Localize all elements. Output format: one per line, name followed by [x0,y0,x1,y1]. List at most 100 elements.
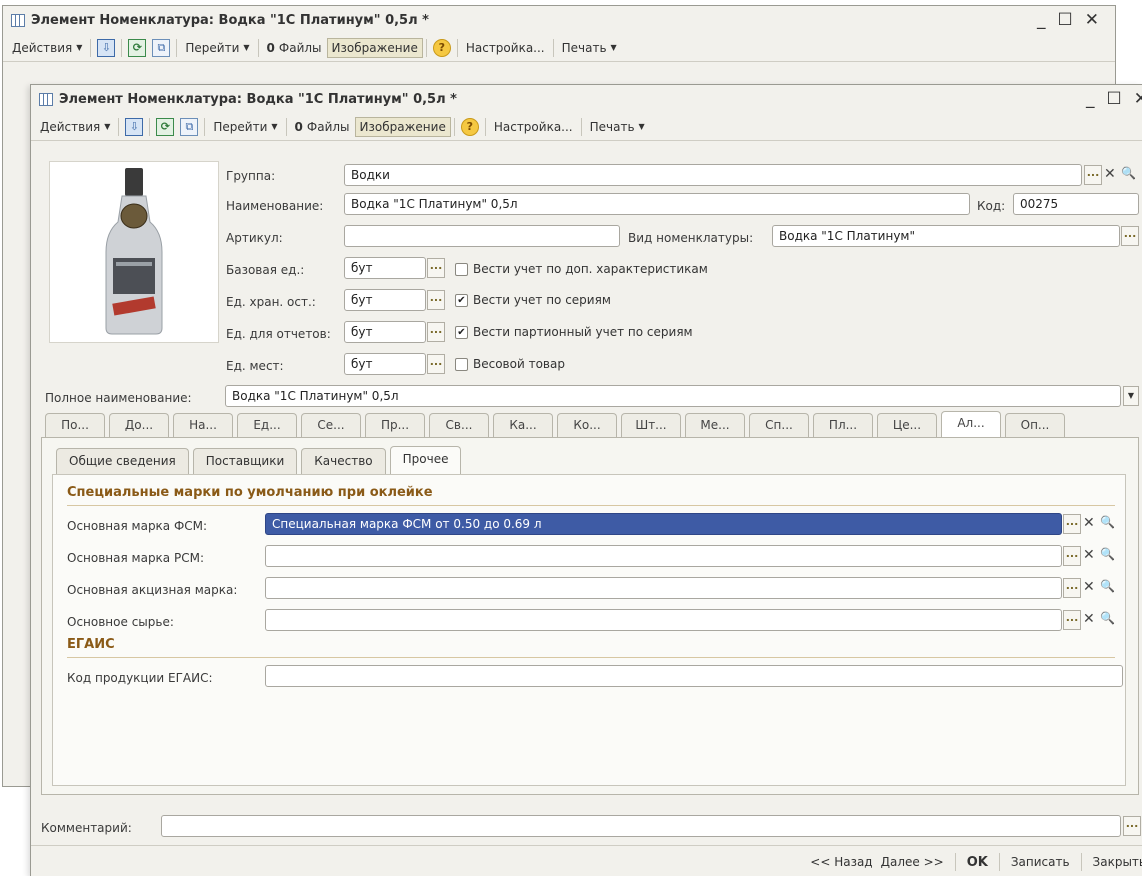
maximize-icon[interactable]: ☐ [1107,89,1122,109]
characteristics-checkbox[interactable]: Вести учет по доп. характеристикам [455,262,708,276]
main-tab[interactable]: Сп... [749,413,809,437]
minimize-icon[interactable]: _ [1086,89,1095,109]
excise-clear-icon[interactable]: ✕ [1083,579,1095,595]
settings-button[interactable]: Настройка... [489,117,578,137]
fsm-field[interactable]: Специальная марка ФСМ от 0.50 до 0.69 л [265,513,1062,535]
raw-field[interactable] [265,609,1062,631]
comment-select-button[interactable]: ... [1123,816,1141,836]
main-tab[interactable]: Се... [301,413,361,437]
kind-select-button[interactable]: ... [1121,226,1139,246]
weight-checkbox[interactable]: Весовой товар [455,357,565,371]
bg-help-icon[interactable]: ? [432,38,451,57]
name-field[interactable]: Водка "1С Платинум" 0,5л [344,193,970,215]
main-tab[interactable]: Ка... [493,413,553,437]
excise-label: Основная акцизная марка: [67,583,238,597]
raw-select-button[interactable]: ... [1063,610,1081,630]
close-button[interactable]: Закрыть [1093,855,1142,869]
report-unit-field[interactable]: бут [344,321,426,343]
group-search-icon[interactable]: 🔍 [1121,166,1136,180]
raw-clear-icon[interactable]: ✕ [1083,611,1095,627]
bg-save-close-icon[interactable]: ⇩ [97,38,116,57]
main-tab[interactable]: Шт... [621,413,681,437]
group-clear-icon[interactable]: ✕ [1104,166,1116,182]
save-button[interactable]: Записать [1011,855,1070,869]
bg-refresh-icon[interactable]: ⟳ [128,38,147,57]
goto-menu[interactable]: Перейти ▼ [208,117,282,137]
close-icon[interactable]: ✕ [1134,89,1142,109]
excise-field[interactable] [265,577,1062,599]
main-tab[interactable]: Ко... [557,413,617,437]
rsm-field[interactable] [265,545,1062,567]
series-checkbox[interactable]: ✔ Вести учет по сериям [455,293,611,307]
bg-goto-menu[interactable]: Перейти ▼ [180,38,254,58]
full-name-field[interactable]: Водка "1С Платинум" 0,5л [225,385,1121,407]
actions-menu[interactable]: Действия ▼ [35,117,115,137]
vodka-bottle-image [105,168,163,335]
rsm-select-button[interactable]: ... [1063,546,1081,566]
raw-search-icon[interactable]: 🔍 [1100,611,1115,625]
rsm-clear-icon[interactable]: ✕ [1083,547,1095,563]
excise-select-button[interactable]: ... [1063,578,1081,598]
base-unit-select-button[interactable]: ... [427,258,445,278]
main-tab[interactable]: Св... [429,413,489,437]
minimize-icon[interactable]: _ [1037,10,1046,30]
main-tab[interactable]: Ме... [685,413,745,437]
bg-files-button[interactable]: 0 Файлы [262,38,327,58]
print-menu[interactable]: Печать ▼ [585,117,650,137]
main-tab[interactable]: Ал... [941,411,1001,437]
bg-actions-menu[interactable]: Действия ▼ [7,38,87,58]
next-button[interactable]: Далее >> [881,855,944,869]
group-field[interactable]: Водки [344,164,1082,186]
rsm-search-icon[interactable]: 🔍 [1100,547,1115,561]
save-close-icon[interactable]: ⇩ [125,117,144,136]
bg-image-button[interactable]: Изображение [326,37,423,58]
main-tab[interactable]: По... [45,413,105,437]
copy-icon[interactable]: ⧉ [180,117,199,136]
sub-tab[interactable]: Качество [301,448,386,474]
bg-print-menu[interactable]: Печать ▼ [557,38,622,58]
sub-tab[interactable]: Общие сведения [56,448,189,474]
group-select-button[interactable]: ... [1084,165,1102,185]
maximize-icon[interactable]: ☐ [1058,10,1073,30]
batch-checkbox[interactable]: ✔ Вести партионный учет по сериям [455,325,693,339]
article-field[interactable] [344,225,620,247]
main-tab[interactable]: До... [109,413,169,437]
help-icon[interactable]: ? [460,117,479,136]
base-unit-field[interactable]: бут [344,257,426,279]
bg-copy-icon[interactable]: ⧉ [152,38,171,57]
fsm-clear-icon[interactable]: ✕ [1083,515,1095,531]
bg-image-label: Изображение [331,40,418,55]
fsm-search-icon[interactable]: 🔍 [1100,515,1115,529]
main-tab[interactable]: Оп... [1005,413,1065,437]
toolbar-separator [90,38,92,57]
main-tab[interactable]: Пл... [813,413,873,437]
main-tab[interactable]: Це... [877,413,937,437]
bg-settings-button[interactable]: Настройка... [461,38,550,58]
main-tab[interactable]: На... [173,413,233,437]
excise-search-icon[interactable]: 🔍 [1100,579,1115,593]
main-tab[interactable]: Ед... [237,413,297,437]
fsm-select-button[interactable]: ... [1063,514,1081,534]
store-unit-select-button[interactable]: ... [427,290,445,310]
main-tab[interactable]: Пр... [365,413,425,437]
image-button[interactable]: Изображение [354,116,451,137]
store-unit-field[interactable]: бут [344,289,426,311]
sub-tab[interactable]: Прочее [389,446,462,474]
report-unit-select-button[interactable]: ... [427,322,445,342]
egais-code-field[interactable] [265,665,1123,687]
kind-field[interactable]: Водка "1С Платинум" [772,225,1120,247]
sub-tab[interactable]: Поставщики [192,448,298,474]
close-icon[interactable]: ✕ [1085,10,1099,30]
files-button[interactable]: 0 Файлы [290,117,355,137]
fsm-label: Основная марка ФСМ: [67,519,208,533]
refresh-icon[interactable]: ⟳ [156,117,175,136]
place-unit-field[interactable]: бут [344,353,426,375]
comment-field[interactable] [161,815,1121,837]
place-unit-select-button[interactable]: ... [427,354,445,374]
back-button[interactable]: << Назад [810,855,872,869]
full-name-dropdown-icon[interactable]: ▼ [1123,386,1139,406]
code-field[interactable]: 00275 [1013,193,1139,215]
ok-button[interactable]: OK [967,855,988,870]
product-image[interactable] [49,161,219,343]
chevron-down-icon: ▼ [76,43,83,52]
